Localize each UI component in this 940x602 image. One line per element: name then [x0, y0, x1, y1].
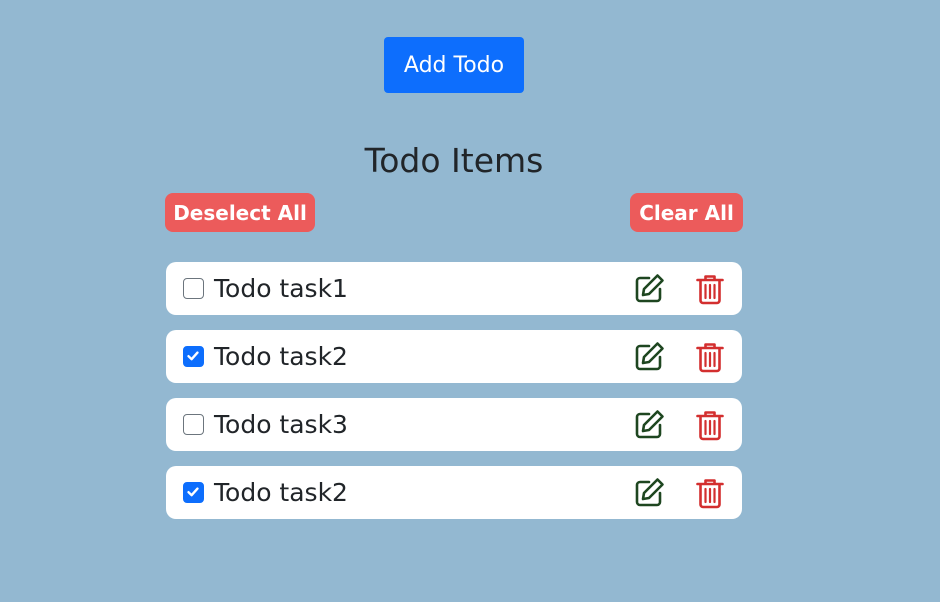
- trash-icon: [696, 411, 724, 441]
- delete-button[interactable]: [693, 408, 727, 442]
- todo-checkbox[interactable]: [183, 414, 204, 435]
- todo-checkbox[interactable]: [183, 278, 204, 299]
- delete-button[interactable]: [693, 272, 727, 306]
- todo-item: Todo task1: [166, 262, 742, 315]
- trash-icon: [696, 275, 724, 305]
- edit-icon: [635, 410, 664, 439]
- todo-text: Todo task3: [214, 410, 348, 439]
- trash-icon: [696, 343, 724, 373]
- clear-all-button[interactable]: Clear All: [630, 193, 743, 232]
- todo-item: Todo task2: [166, 466, 742, 519]
- deselect-all-button[interactable]: Deselect All: [165, 193, 315, 232]
- checkmark-icon: [187, 487, 199, 497]
- checkmark-icon: [187, 351, 199, 361]
- todo-text: Todo task1: [214, 274, 348, 303]
- edit-icon: [635, 478, 664, 507]
- edit-button[interactable]: [632, 272, 666, 306]
- trash-icon: [696, 479, 724, 509]
- edit-button[interactable]: [632, 476, 666, 510]
- edit-icon: [635, 342, 664, 371]
- page-title: Todo Items: [364, 141, 544, 180]
- todo-checkbox[interactable]: [183, 346, 204, 367]
- todo-list: Todo task1 Todo task2 Todo task3 Todo ta…: [166, 262, 742, 519]
- todo-text: Todo task2: [214, 478, 348, 507]
- delete-button[interactable]: [693, 340, 727, 374]
- edit-button[interactable]: [632, 340, 666, 374]
- todo-item: Todo task2: [166, 330, 742, 383]
- todo-checkbox[interactable]: [183, 482, 204, 503]
- edit-button[interactable]: [632, 408, 666, 442]
- edit-icon: [635, 274, 664, 303]
- todo-item: Todo task3: [166, 398, 742, 451]
- add-todo-button[interactable]: Add Todo: [384, 37, 524, 93]
- todo-text: Todo task2: [214, 342, 348, 371]
- delete-button[interactable]: [693, 476, 727, 510]
